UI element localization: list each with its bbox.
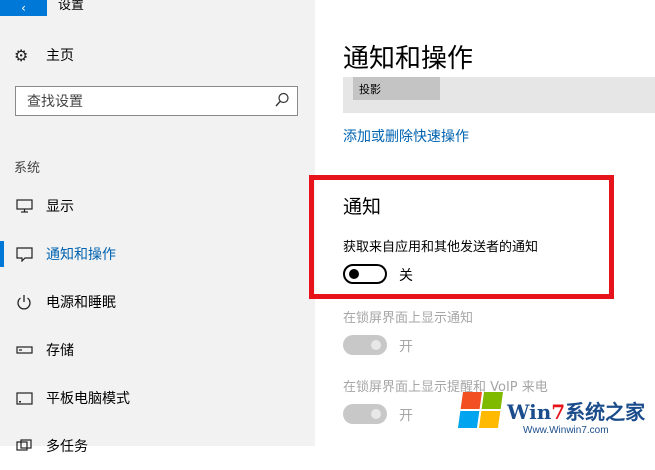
sidebar-item-tablet[interactable]: 平板电脑模式 (0, 374, 315, 422)
sidebar-item-label: 电源和睡眠 (46, 295, 116, 311)
quick-action-project[interactable]: 投影 (353, 77, 440, 100)
window-title: 设置 (58, 0, 85, 13)
get-notifications-toggle[interactable] (343, 264, 387, 284)
toggle-knob (371, 340, 381, 350)
sidebar-home-label: 主页 (46, 48, 74, 64)
sidebar-item-label: 显示 (46, 199, 74, 215)
toggle-knob (349, 269, 359, 279)
sidebar-item-storage[interactable]: 存储 (0, 326, 315, 374)
watermark-brand: Win7系统之家 (507, 400, 646, 424)
lockscreen-reminders-state: 开 (399, 408, 413, 424)
sidebar-item-label: 存储 (46, 343, 74, 359)
windows-logo-icon (457, 392, 503, 428)
sidebar-item-label: 通知和操作 (46, 247, 116, 263)
sidebar-item-display[interactable]: 显示 (0, 182, 315, 230)
sidebar: ‹ 设置 ⚙ 主页 查找设置 系统 显示 通知和操作 电源和睡眠 存储 平板电脑… (0, 0, 315, 455)
add-remove-quick-actions-link[interactable]: 添加或删除快速操作 (343, 126, 469, 146)
search-icon[interactable] (275, 92, 289, 110)
gear-icon: ⚙ (14, 45, 29, 65)
sidebar-item-label: 多任务 (46, 439, 88, 455)
get-notifications-state: 关 (399, 268, 413, 284)
notification-icon (15, 245, 33, 263)
lockscreen-notifications-toggle[interactable] (343, 335, 387, 355)
watermark-url: Www.Winwin7.com (523, 425, 609, 436)
power-icon (15, 293, 33, 311)
sidebar-item-power[interactable]: 电源和睡眠 (0, 278, 315, 326)
back-button[interactable]: ‹ (0, 0, 47, 16)
multitask-icon (15, 437, 33, 455)
lockscreen-notifications-label: 在锁屏界面上显示通知 (343, 311, 474, 326)
sidebar-home[interactable]: ⚙ 主页 (14, 45, 74, 65)
toggle-knob (371, 409, 381, 419)
search-placeholder: 查找设置 (27, 94, 83, 110)
monitor-icon (15, 197, 33, 215)
notifications-heading: 通知 (343, 196, 382, 218)
search-input[interactable]: 查找设置 (15, 86, 298, 116)
lockscreen-reminders-toggle[interactable] (343, 404, 387, 424)
section-label: 系统 (14, 161, 41, 176)
tablet-icon (15, 389, 33, 407)
get-notifications-label: 获取来自应用和其他发送者的通知 (343, 240, 539, 255)
storage-icon (15, 341, 33, 359)
page-title: 通知和操作 (343, 44, 474, 74)
sidebar-item-multitask[interactable]: 多任务 (0, 422, 315, 470)
sidebar-item-label: 平板电脑模式 (46, 391, 130, 407)
lockscreen-notifications-state: 开 (399, 339, 413, 355)
back-arrow-icon: ‹ (21, 1, 26, 15)
sidebar-item-notifications[interactable]: 通知和操作 (0, 230, 315, 278)
